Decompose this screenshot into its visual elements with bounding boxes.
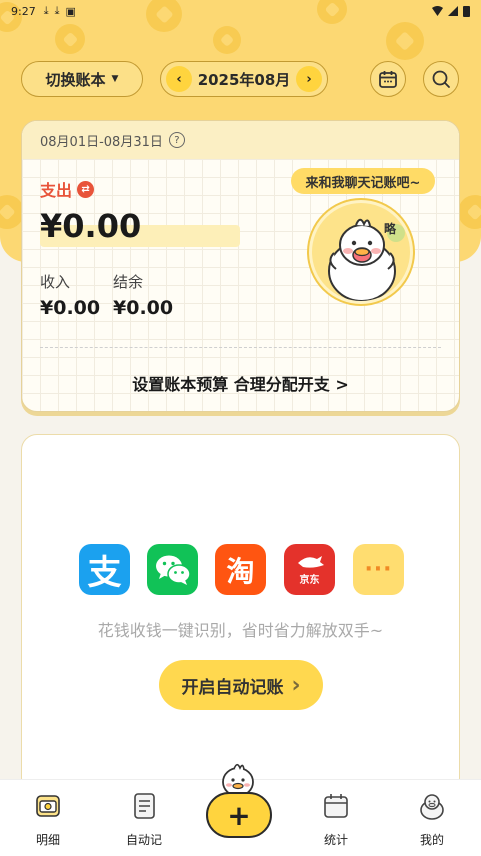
enable-auto-bookkeeping-button[interactable]: 开启自动记账 ›: [159, 660, 323, 710]
wechat-icon: [147, 544, 198, 595]
balance-label: 结余: [113, 273, 144, 291]
search-icon: [432, 70, 450, 88]
balance-amount: ¥0.00: [113, 297, 174, 319]
expense-label: 支出: [40, 181, 73, 200]
mascot-badge: 略: [384, 221, 397, 236]
expense-toggle[interactable]: 支出 ⇄: [40, 177, 95, 201]
status-bar: 9:27 ⤓ ⤓ ▣: [0, 0, 481, 22]
notebook-icon: [134, 793, 155, 819]
battery-icon: [463, 5, 470, 17]
jd-icon: 京东: [284, 544, 335, 595]
coin-decoration: [55, 24, 85, 54]
prev-month-button[interactable]: ‹: [166, 66, 192, 92]
chevron-right-icon: ›: [291, 672, 301, 698]
caret-down-icon: ▼: [111, 74, 119, 84]
tab-statistics[interactable]: 统计: [301, 790, 371, 848]
income-label: 收入: [40, 273, 71, 291]
tab-details-label: 明细: [35, 833, 60, 847]
status-time: 9:27: [11, 4, 36, 18]
coin-decoration: [213, 26, 241, 54]
switch-book-label: 切换账本: [45, 70, 106, 89]
divider: [40, 347, 441, 348]
tab-profile[interactable]: 我的: [397, 790, 467, 848]
swap-icon: ⇄: [77, 180, 95, 198]
wifi-icon: [432, 6, 443, 16]
calendar-button[interactable]: [370, 61, 406, 97]
coin-decoration: [386, 22, 424, 60]
receipt-icon: [36, 795, 60, 817]
income-amount: ¥0.00: [40, 297, 101, 319]
date-range: 08月01日-08月31日: [40, 134, 163, 150]
tab-auto-record[interactable]: 自动记: [109, 790, 179, 848]
search-button[interactable]: [423, 61, 459, 97]
switch-book-button[interactable]: 切换账本 ▼: [21, 61, 143, 97]
tab-profile-label: 我的: [419, 833, 444, 847]
add-record-button[interactable]: +: [206, 792, 272, 838]
month-selector: ‹ 2025年08月 ›: [160, 61, 328, 97]
download-icon: ⤓: [43, 4, 49, 17]
month-label[interactable]: 2025年08月: [198, 69, 291, 90]
duck-profile-icon: [420, 794, 444, 820]
calendar-icon: [379, 71, 397, 88]
date-range-header: 08月01日-08月31日 ?: [22, 121, 459, 159]
mascot-chat-button[interactable]: 略: [309, 200, 413, 304]
set-budget-link[interactable]: 设置账本预算 合理分配开支 >: [22, 371, 459, 395]
more-apps-icon: ···: [353, 544, 404, 595]
help-icon[interactable]: ?: [168, 132, 185, 148]
expense-amount: ¥0.00: [40, 207, 142, 245]
enable-auto-bookkeeping-label: 开启自动记账: [181, 677, 284, 698]
coin-decoration: [458, 195, 481, 229]
app-notification-icon: ▣: [65, 4, 76, 18]
calendar-stats-icon: [324, 794, 348, 818]
tab-details[interactable]: 明细: [13, 790, 83, 848]
tab-auto-record-label: 自动记: [125, 833, 162, 847]
taobao-icon: 淘: [215, 544, 266, 595]
auto-bookkeeping-card: 支 淘 京东 ··· 花钱收钱一键识别，省时省力解放双手~ 开启自动记账 ›: [21, 434, 460, 794]
next-month-button[interactable]: ›: [296, 66, 322, 92]
tab-statistics-label: 统计: [323, 833, 348, 847]
signal-icon: [448, 6, 458, 16]
download-icon: ⤓: [54, 4, 60, 17]
chat-bubble[interactable]: 来和我聊天记账吧~: [291, 168, 435, 194]
auto-bookkeeping-description: 花钱收钱一键识别，省时省力解放双手~: [97, 621, 384, 640]
jd-label: 京东: [299, 575, 320, 586]
alipay-icon: 支: [79, 544, 130, 595]
